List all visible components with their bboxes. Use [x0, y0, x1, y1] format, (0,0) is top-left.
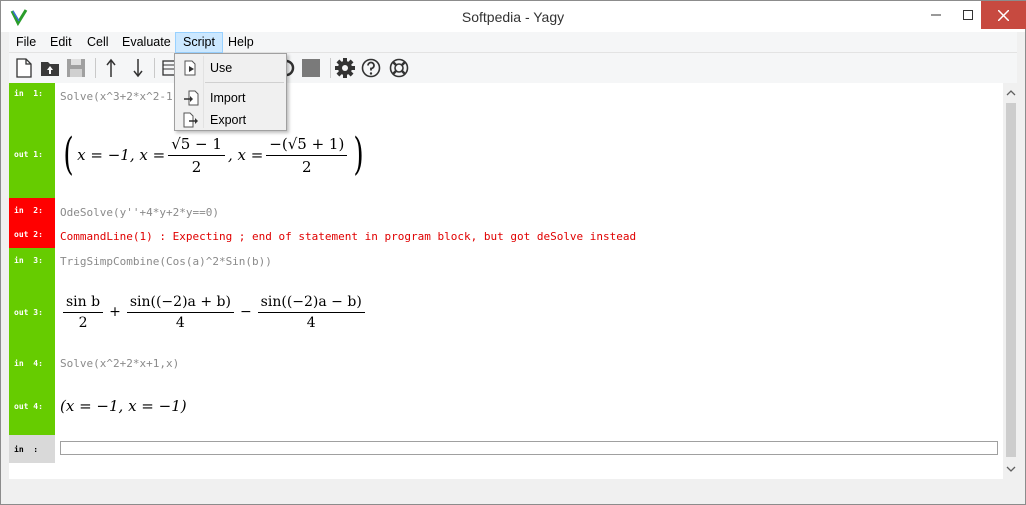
fraction-numerator: sin((−2)a + b) — [126, 294, 234, 313]
cell-code[interactable]: TrigSimpCombine(Cos(a)^2*Sin(b)) — [60, 255, 272, 268]
fraction-numerator: sin((−2)a − b) — [257, 294, 365, 313]
menu-item-label: Import — [210, 91, 246, 105]
fraction-denominator: 2 — [78, 314, 88, 331]
math-result: sin b 2 + sin((−2)a + b) 4 − sin((−2)a −… — [60, 290, 368, 334]
input-cell-3[interactable]: in 3: TrigSimpCombine(Cos(a)^2*Sin(b)) — [9, 248, 1003, 274]
cell-label: out 3: — [9, 274, 55, 351]
cell-label: in 1: — [9, 83, 55, 111]
plus-sign: + — [109, 304, 121, 320]
vertical-scrollbar[interactable] — [1003, 83, 1019, 479]
cell-label: out 2: — [9, 224, 55, 248]
fraction-numerator: sin b — [63, 294, 104, 313]
settings-button[interactable] — [334, 57, 356, 79]
sqrt-sign: √ — [171, 134, 181, 153]
fraction: sin((−2)a − b) 4 — [257, 294, 365, 331]
settings-icon — [335, 58, 355, 78]
save-button[interactable] — [65, 57, 87, 79]
error-message: CommandLine(1) : Expecting ; end of stat… — [60, 230, 637, 243]
menu-item-label: Use — [210, 61, 233, 75]
fraction-numerator: −(√5 + 1) — [266, 135, 348, 156]
move-cell-down-button[interactable] — [127, 57, 149, 79]
math-result: (x = −1, x = −1) — [60, 397, 187, 415]
move-down-icon — [133, 59, 143, 78]
move-cell-up-button[interactable] — [100, 57, 122, 79]
menu-item-use[interactable]: Use — [177, 57, 284, 79]
input-cell-4[interactable]: in 4: Solve(x^2+2*x+1,x) — [9, 351, 1003, 377]
output-cell-4: out 4: (x = −1, x = −1) — [9, 377, 1003, 435]
output-cell-1: out 1: ( x = −1, x = √5 − 1 2 , x = −(√5… — [9, 111, 1003, 198]
menu-script[interactable]: Script — [175, 32, 223, 53]
close-button[interactable] — [981, 1, 1026, 29]
status-strip — [9, 479, 1019, 499]
scroll-up-icon[interactable] — [1003, 85, 1019, 101]
cell-code[interactable]: Solve(x^3+2*x^2-1 — [60, 90, 173, 103]
minimize-button[interactable] — [921, 1, 951, 29]
fraction-denominator: 4 — [306, 314, 316, 331]
toolbar — [9, 53, 1017, 83]
menu-file[interactable]: File — [9, 32, 43, 53]
export-icon — [183, 112, 198, 128]
worksheet: in 1: Solve(x^3+2*x^2-1 out 1: ( x = −1,… — [9, 83, 1003, 479]
open-file-icon — [41, 62, 59, 76]
fraction: sin((−2)a + b) 4 — [126, 294, 234, 331]
input-cell-2[interactable]: in 2: OdeSolve(y''+4*y+2*y==0) — [9, 198, 1003, 224]
open-file-button[interactable] — [39, 57, 61, 79]
lifebuoy-icon — [389, 58, 409, 78]
math-result: ( x = −1, x = √5 − 1 2 , x = −(√5 + 1) 2… — [63, 129, 365, 180]
output-cell-3: out 3: sin b 2 + sin((−2)a + b) 4 − sin(… — [9, 274, 1003, 351]
new-file-icon — [16, 58, 32, 78]
maximize-button[interactable] — [953, 1, 983, 29]
move-up-icon — [106, 58, 116, 77]
use-script-icon — [184, 60, 196, 76]
help-button[interactable] — [360, 57, 382, 79]
input-cell-1[interactable]: in 1: Solve(x^3+2*x^2-1 — [9, 83, 1003, 111]
menu-item-import[interactable]: Import — [177, 87, 284, 109]
cell-label: in 4: — [9, 351, 55, 377]
minus-sign: − — [239, 304, 252, 320]
maximize-icon — [963, 10, 973, 20]
stop-icon — [302, 59, 320, 77]
eq-separator: , x = — [227, 146, 264, 164]
output-cell-2: out 2: CommandLine(1) : Expecting ; end … — [9, 224, 1003, 248]
scroll-down-icon[interactable] — [1003, 461, 1019, 477]
menu-bar: File Edit Cell Evaluate Script Help — [9, 32, 1017, 53]
minimize-icon — [931, 14, 941, 16]
cell-label: out 4: — [9, 377, 55, 435]
script-dropdown-menu: Use Import Export — [174, 53, 287, 131]
new-input-cell[interactable]: in : — [9, 435, 1003, 463]
app-window: Softpedia - Yagy File Edit Cell Evaluate… — [0, 0, 1026, 505]
fraction-denominator: 4 — [175, 314, 185, 331]
menu-evaluate[interactable]: Evaluate — [115, 32, 178, 53]
fraction-denominator: 2 — [302, 157, 312, 176]
cell-code[interactable]: Solve(x^2+2*x+1,x) — [60, 357, 179, 370]
scrollbar-thumb[interactable] — [1006, 103, 1016, 457]
fraction-numerator: 5 − 1 — [180, 134, 222, 153]
new-file-button[interactable] — [13, 57, 35, 79]
cell-code[interactable]: OdeSolve(y''+4*y+2*y==0) — [60, 206, 219, 219]
menu-edit[interactable]: Edit — [43, 32, 79, 53]
save-icon — [67, 59, 85, 77]
close-icon — [998, 9, 1009, 21]
help-icon — [361, 58, 381, 78]
cell-label: in 3: — [9, 248, 55, 274]
menu-separator — [205, 82, 284, 83]
fraction: −(√5 + 1) 2 — [266, 135, 348, 176]
fraction: sin b 2 — [63, 294, 104, 331]
cell-label: out 1: — [9, 111, 55, 198]
cell-label: in 2: — [9, 198, 55, 224]
new-input-field[interactable] — [60, 441, 998, 455]
fraction: √5 − 1 2 — [168, 135, 225, 176]
menu-cell[interactable]: Cell — [80, 32, 116, 53]
cell-label: in : — [9, 435, 55, 463]
support-button[interactable] — [388, 57, 410, 79]
window-title: Softpedia - Yagy — [461, 9, 565, 25]
title-bar: Softpedia - Yagy — [1, 1, 1026, 32]
menu-help[interactable]: Help — [221, 32, 261, 53]
fraction-denominator: 2 — [191, 157, 202, 176]
import-icon — [184, 90, 199, 106]
menu-item-label: Export — [210, 113, 247, 127]
eq-part: x = −1, x = — [77, 146, 166, 164]
menu-item-export[interactable]: Export — [177, 109, 284, 131]
stop-button[interactable] — [300, 57, 322, 79]
